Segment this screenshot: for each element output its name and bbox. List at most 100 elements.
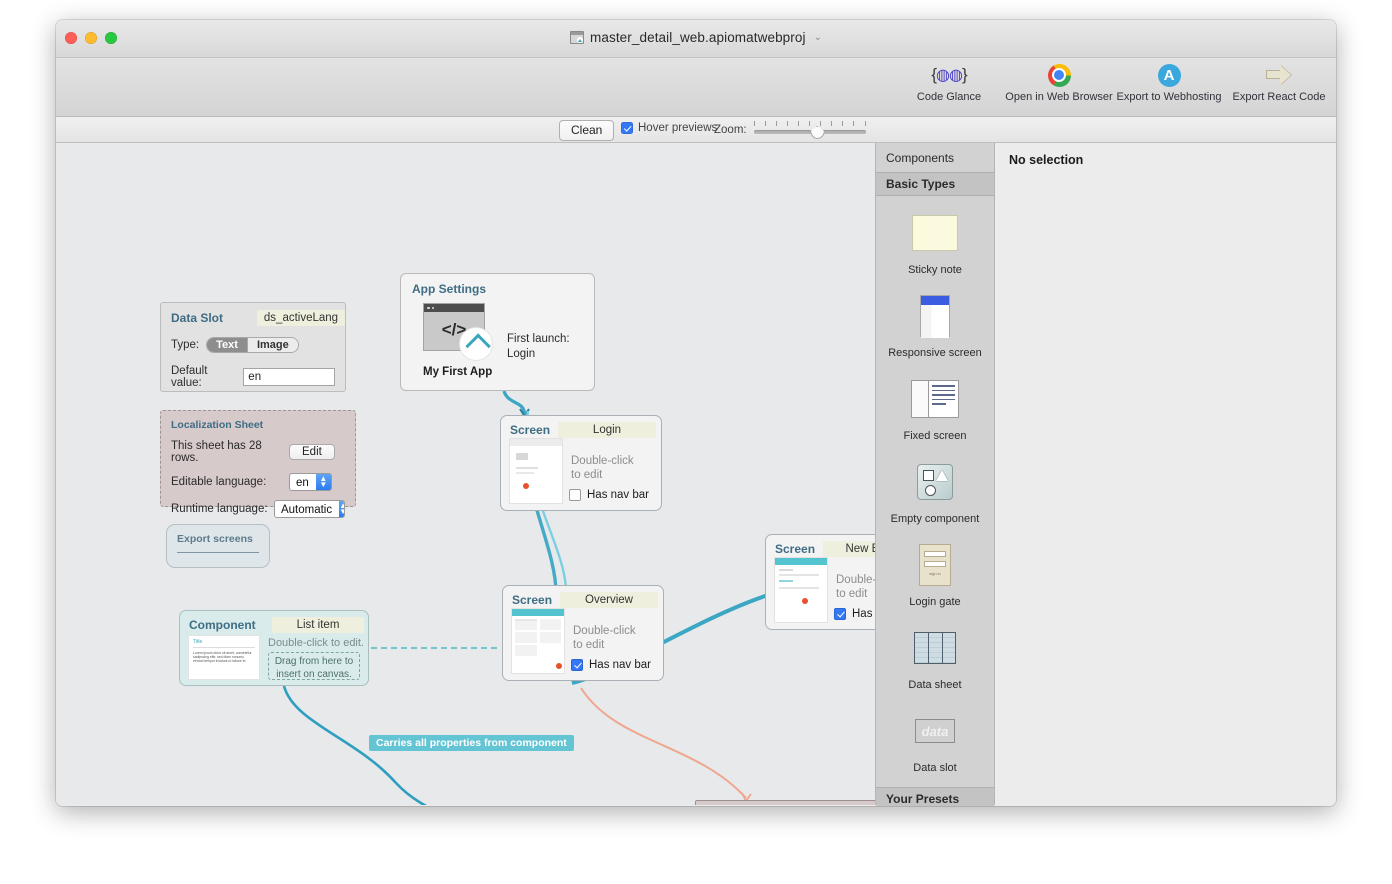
localization-rows-text: This sheet has 28 rows.: [171, 440, 289, 464]
chevron-badge-icon: [460, 328, 492, 360]
screen-navbar-toggle[interactable]: Has nav bar: [571, 659, 651, 671]
zoom-slider[interactable]: [754, 121, 866, 139]
screen-navbar-toggle[interactable]: Has nav bar: [569, 489, 649, 501]
data-slot-type-row: Type: Text Image: [171, 337, 335, 353]
responsive-screen-icon: [920, 291, 950, 341]
component-node-list-item[interactable]: Component List item Title Lorem ipsum do…: [179, 610, 369, 686]
editable-language-value: en: [290, 474, 316, 490]
toolbar-item-export-react-code[interactable]: Export React Code: [1224, 60, 1334, 103]
screen-hint-line1: Double-click: [836, 573, 875, 587]
component-item-label: Login gate: [909, 596, 960, 609]
hover-previews-label: Hover previews: [638, 122, 717, 134]
screen-node-new-entry[interactable]: Screen New Entry Double-click to edit Ha: [765, 534, 875, 630]
section-your-presets: Your Presets: [876, 787, 994, 806]
runtime-language-select[interactable]: Automatic ▲▼: [274, 500, 345, 518]
components-panel-title: Components: [876, 143, 994, 172]
screen-name[interactable]: New Entry: [823, 541, 875, 557]
screen-hint: Double-click to edit: [571, 454, 634, 482]
component-item-login-gate[interactable]: sign in Login gate: [876, 528, 994, 611]
toolbar-item-code-glance[interactable]: {◍◍} Code Glance: [894, 60, 1004, 103]
app-window: master_detail_web.apiomatwebproj ⌄ {◍◍} …: [56, 20, 1336, 806]
has-nav-bar-label: Has nav bar: [852, 608, 875, 620]
diagram-canvas[interactable]: Data Slot ds_activeLang Type: Text Image…: [56, 143, 875, 805]
data-slot-caption: data: [915, 719, 955, 743]
drag-line1: Drag from here to: [269, 655, 359, 668]
component-item-label: Data slot: [913, 762, 956, 775]
component-item-label: Data sheet: [908, 679, 961, 692]
data-sheet-node[interactable]: Data Sheet List data This sheet has 5 ro…: [695, 800, 875, 805]
window-title[interactable]: master_detail_web.apiomatwebproj ⌄: [56, 30, 1336, 45]
app-name: My First App: [423, 366, 492, 378]
screen-hint-line2: to edit: [573, 638, 636, 652]
component-item-data-sheet[interactable]: Data sheet: [876, 611, 994, 694]
runtime-language-value: Automatic: [275, 501, 339, 517]
export-screens-label: Export screens: [177, 533, 259, 545]
localization-edit-button[interactable]: Edit: [289, 444, 335, 460]
hover-previews-checkbox[interactable]: [621, 122, 633, 134]
inspector-panel: No selection: [995, 143, 1336, 805]
stepper-icon[interactable]: ▲▼: [316, 474, 331, 490]
zoom-label: Zoom:: [714, 124, 747, 136]
drag-line2: insert on canvas.: [269, 668, 359, 681]
component-item-label: Sticky note: [908, 264, 962, 277]
document-icon: [570, 31, 584, 44]
screen-name[interactable]: Login: [558, 422, 656, 438]
title-bar: master_detail_web.apiomatwebproj ⌄: [56, 20, 1336, 58]
app-settings-node[interactable]: App Settings </> First launch: Login My …: [400, 273, 595, 391]
component-drag-area[interactable]: Drag from here to insert on canvas.: [268, 652, 360, 680]
zoom-control[interactable]: Zoom:: [714, 121, 866, 139]
has-nav-bar-checkbox[interactable]: [571, 659, 583, 671]
has-nav-bar-checkbox[interactable]: [834, 608, 846, 620]
clean-button[interactable]: Clean: [559, 120, 614, 141]
toolbar-label: Export React Code: [1233, 91, 1326, 103]
component-hint: Double-click to edit.: [268, 637, 364, 649]
component-item-responsive-screen[interactable]: Responsive screen: [876, 279, 994, 362]
screen-node-login[interactable]: Screen Login Double-click to edit Has na…: [500, 415, 662, 511]
editable-language-select[interactable]: en ▲▼: [289, 473, 332, 491]
component-item-data-slot[interactable]: data Data slot: [876, 694, 994, 777]
components-panel: Components Basic Types Sticky note Respo…: [875, 143, 995, 805]
first-launch-value: Login: [507, 347, 570, 362]
component-item-label: Fixed screen: [904, 430, 967, 443]
toolbar-item-open-in-web-browser[interactable]: Open in Web Browser: [1004, 60, 1114, 103]
toolbar-item-export-to-webhosting[interactable]: A Export to Webhosting: [1114, 60, 1224, 103]
hover-previews-toggle[interactable]: Hover previews: [621, 122, 717, 134]
component-name[interactable]: List item: [272, 617, 364, 633]
data-slot-default-input[interactable]: en: [243, 368, 335, 386]
data-slot-node[interactable]: Data Slot ds_activeLang Type: Text Image…: [160, 302, 346, 392]
zoom-slider-thumb[interactable]: [810, 126, 825, 139]
data-sheet-icon: [914, 623, 956, 673]
chevron-down-icon[interactable]: ⌄: [814, 32, 822, 43]
editable-language-label: Editable language:: [171, 476, 289, 488]
data-slot-default-label: Default value:: [171, 365, 236, 389]
export-screens-underline: [177, 552, 259, 553]
toolbar-label: Code Glance: [917, 91, 981, 103]
zoom-slider-ticks: [754, 121, 866, 127]
screen-hint: Double-click to edit: [573, 624, 636, 652]
login-gate-icon: sign in: [919, 540, 951, 590]
toolbar: {◍◍} Code Glance Open in Web Browser A E…: [56, 58, 1336, 117]
component-item-label: Responsive screen: [888, 347, 982, 360]
empty-component-icon: [917, 457, 953, 507]
type-option-text[interactable]: Text: [207, 338, 247, 352]
fixed-screen-icon: [911, 374, 959, 424]
type-option-image[interactable]: Image: [247, 338, 298, 352]
screen-hint-line1: Double-click: [571, 454, 634, 468]
data-slot-type-segmented[interactable]: Text Image: [206, 337, 299, 353]
has-nav-bar-checkbox[interactable]: [569, 489, 581, 501]
localization-sheet-node[interactable]: Localization Sheet This sheet has 28 row…: [160, 410, 356, 507]
component-item-fixed-screen[interactable]: Fixed screen: [876, 362, 994, 445]
export-screens-node[interactable]: Export screens: [166, 524, 270, 568]
localization-sheet-title: Localization Sheet: [171, 419, 345, 431]
main-body: Data Slot ds_activeLang Type: Text Image…: [56, 143, 1336, 805]
component-item-empty-component[interactable]: Empty component: [876, 445, 994, 528]
binoculars-icon: {◍◍}: [931, 62, 966, 88]
data-slot-name[interactable]: ds_activeLang: [257, 310, 345, 326]
preview-body: Lorem ipsum dolor sit amet, consetetur s…: [193, 651, 255, 664]
edge-label-carries-properties: Carries all properties from component: [369, 735, 574, 751]
screen-name[interactable]: Overview: [560, 592, 658, 608]
component-item-sticky-note[interactable]: Sticky note: [876, 196, 994, 279]
screen-navbar-toggle[interactable]: Has nav bar: [834, 608, 875, 620]
screen-node-overview[interactable]: Screen Overview Double-click to edit Has…: [502, 585, 664, 681]
stepper-icon[interactable]: ▲▼: [339, 501, 345, 517]
